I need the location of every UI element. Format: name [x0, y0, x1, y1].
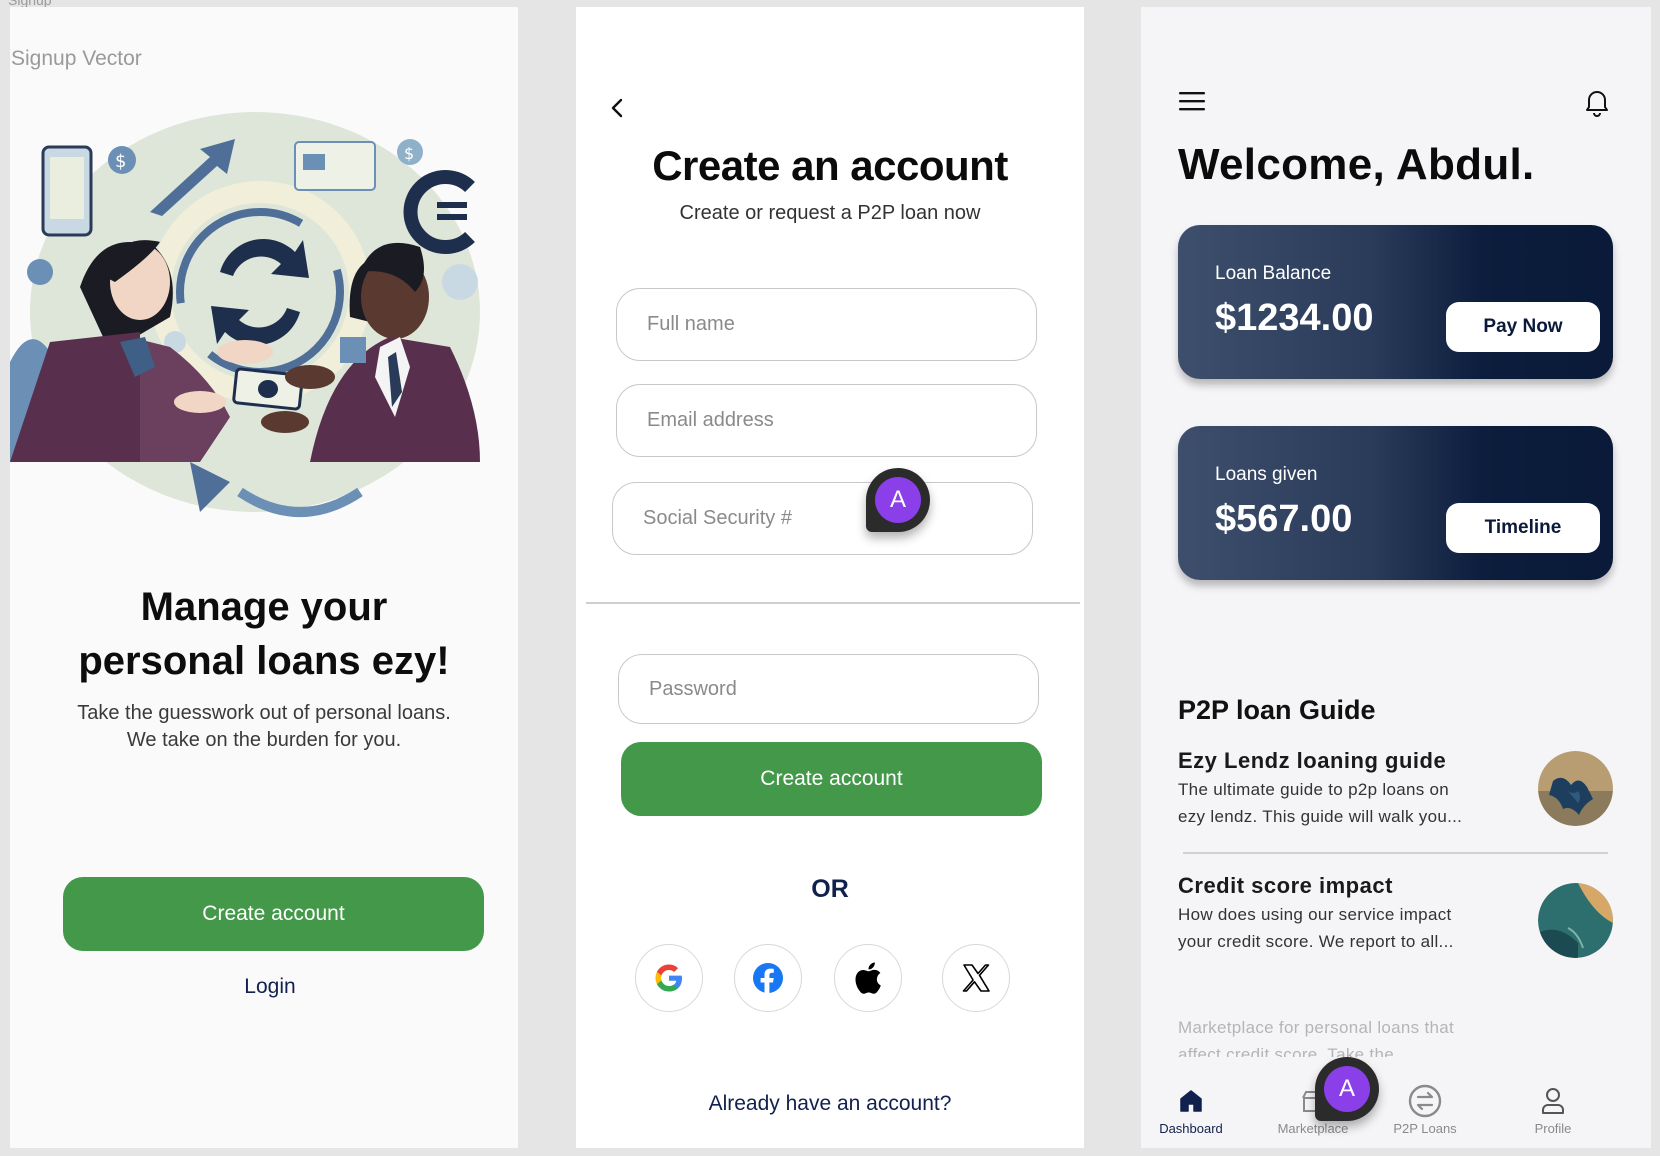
- login-link[interactable]: Already have an account?: [576, 1092, 1084, 1116]
- tab-label: Dashboard: [1159, 1121, 1223, 1136]
- login-link[interactable]: Login: [10, 975, 518, 999]
- bottom-tab-bar: Dashboard Marketplace P2P Loans Profile: [1141, 1057, 1651, 1148]
- loan-illustration: $ $: [10, 112, 480, 517]
- svg-text:$: $: [404, 144, 414, 163]
- tagline: Take the guesswork out of personal loans…: [10, 700, 518, 754]
- tab-label: P2P Loans: [1393, 1121, 1457, 1136]
- google-icon: [655, 964, 682, 992]
- x-button[interactable]: [942, 944, 1010, 1012]
- loans-given-card: Loans given $567.00 Timeline: [1178, 426, 1613, 580]
- back-icon[interactable]: [604, 93, 630, 123]
- loan-balance-card: Loan Balance $1234.00 Pay Now: [1178, 225, 1613, 379]
- email-field[interactable]: [616, 384, 1037, 457]
- create-account-button[interactable]: Create account: [621, 742, 1042, 816]
- card-amount: $567.00: [1215, 498, 1353, 540]
- guide-item-desc: How does using our service impact your c…: [1178, 901, 1498, 955]
- exchange-icon: [1408, 1084, 1442, 1118]
- facebook-button[interactable]: [734, 944, 802, 1012]
- headline: Manage your personal loans ezy!: [10, 580, 518, 688]
- avatar[interactable]: A: [866, 468, 930, 532]
- guide-thumbnail: [1538, 883, 1613, 958]
- guide-item-desc: The ultimate guide to p2p loans on ezy l…: [1178, 776, 1498, 830]
- svg-text:$: $: [115, 151, 126, 172]
- guide-desc-line: your credit score. We report to all...: [1178, 932, 1454, 951]
- facebook-icon: [753, 963, 783, 993]
- x-icon: [962, 964, 990, 992]
- headline-line1: Manage your: [140, 585, 388, 629]
- menu-icon[interactable]: [1179, 90, 1205, 112]
- tab-label: Profile: [1534, 1121, 1572, 1136]
- vector-label: Signup Vector: [11, 47, 142, 70]
- page-subtitle: Create or request a P2P loan now: [679, 202, 981, 224]
- tab-dashboard[interactable]: Dashboard: [1143, 1085, 1239, 1136]
- pay-now-button[interactable]: Pay Now: [1446, 302, 1600, 352]
- create-account-button[interactable]: Create account: [63, 877, 484, 951]
- welcome-heading: Welcome, Abdul.: [1178, 140, 1535, 189]
- ssn-field[interactable]: [612, 482, 1033, 555]
- guide-desc-line: The ultimate guide to p2p loans on: [1178, 780, 1450, 799]
- guide-item[interactable]: Credit score impact How does using our s…: [1178, 873, 1613, 958]
- headline-line2: personal loans ezy!: [78, 639, 450, 683]
- password-field[interactable]: [618, 654, 1039, 724]
- guide-divider: [1183, 852, 1608, 854]
- guide-thumbnail: [1538, 751, 1613, 826]
- divider: [586, 602, 1080, 604]
- user-icon: [1542, 1088, 1564, 1114]
- guide-desc-line: ezy lendz. This guide will walk you...: [1178, 807, 1463, 826]
- dashboard-screen: Welcome, Abdul. Loan Balance $1234.00 Pa…: [1141, 7, 1651, 1148]
- avatar-letter: A: [875, 477, 921, 523]
- tab-profile[interactable]: Profile: [1505, 1085, 1601, 1136]
- apple-button[interactable]: [834, 944, 902, 1012]
- tagline-line2: We take on the burden for you.: [126, 729, 402, 751]
- guide-section-title: P2P loan Guide: [1178, 695, 1376, 725]
- tab-label: Marketplace: [1277, 1121, 1349, 1136]
- avatar[interactable]: A: [1315, 1057, 1379, 1121]
- tagline-line1: Take the guesswork out of personal loans…: [77, 702, 451, 724]
- guide-item[interactable]: Ezy Lendz loaning guide The ultimate gui…: [1178, 748, 1613, 830]
- apple-icon: [855, 962, 881, 994]
- google-button[interactable]: [635, 944, 703, 1012]
- page-title: Create an account: [652, 142, 1008, 189]
- or-separator: OR: [811, 875, 849, 903]
- tab-p2p-loans[interactable]: P2P Loans: [1377, 1084, 1473, 1136]
- bell-icon[interactable]: [1583, 87, 1611, 117]
- card-label: Loans given: [1215, 464, 1318, 485]
- timeline-button[interactable]: Timeline: [1446, 503, 1600, 553]
- avatar-letter: A: [1324, 1066, 1370, 1112]
- onboarding-screen: Signup Vector $ $ Manage your personal l…: [10, 7, 518, 1148]
- preview-line: Marketplace for personal loans that: [1178, 1018, 1455, 1037]
- card-label: Loan Balance: [1215, 263, 1332, 284]
- guide-desc-line: How does using our service impact: [1178, 905, 1452, 924]
- full-name-field[interactable]: [616, 288, 1037, 361]
- signup-screen: Create an account Create or request a P2…: [576, 7, 1084, 1148]
- home-icon: [1180, 1090, 1202, 1112]
- card-amount: $1234.00: [1215, 297, 1374, 339]
